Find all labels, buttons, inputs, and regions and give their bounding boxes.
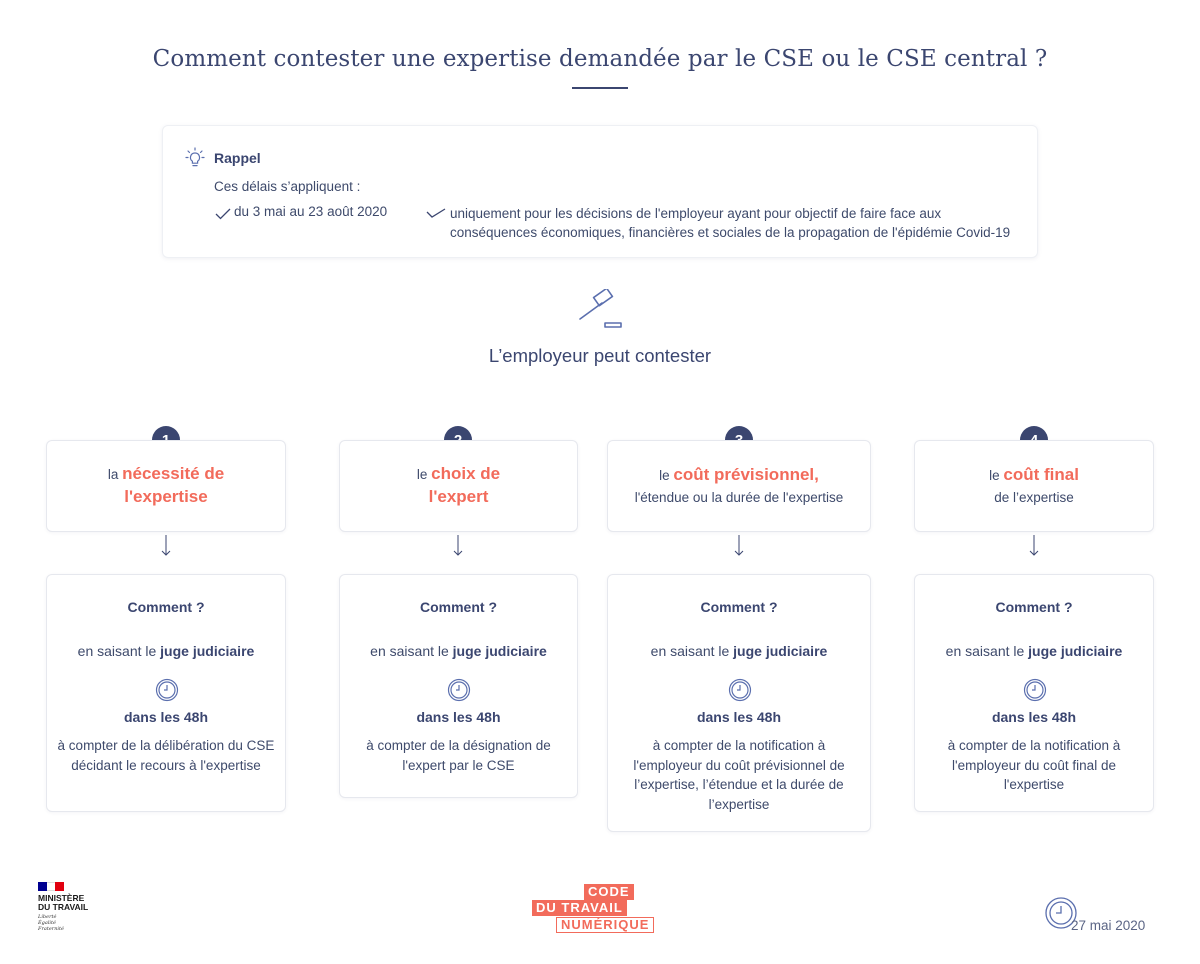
criterion-prefix: le (416, 467, 428, 482)
criterion-prefix: le (989, 467, 1000, 483)
procedure-description: à compter de la désignation de l'expert … (366, 738, 551, 773)
procedure-action: en saisant le juge judiciaire (77, 643, 255, 659)
procedure-action: en saisant le juge judiciaire (370, 643, 547, 659)
procedure-delay: dans les 48h (123, 709, 209, 725)
criterion-highlight: coût final (1003, 464, 1079, 484)
gavel-icon (579, 289, 622, 328)
procedure-box: Comment ? en saisant le juge judiciaire … (607, 574, 871, 832)
criterion-prefix: la (107, 467, 119, 482)
procedure-box: Comment ? en saisant le juge judiciaire … (46, 574, 286, 812)
procedure-action: en saisant le juge judiciaire (650, 643, 828, 659)
section-subtitle: L’employeur peut contester (488, 345, 712, 366)
page-title: Comment contester une expertise demandée… (152, 46, 1048, 72)
french-flag-icon (38, 882, 65, 891)
reminder-panel: Rappel Ces délais s’appliquent : du 3 ma… (162, 125, 1038, 258)
clock-icon (1023, 678, 1047, 702)
procedure-heading: Comment ? (127, 599, 205, 615)
down-arrow-icon (1029, 535, 1039, 556)
procedure-box: Comment ? en saisant le juge judiciaire … (339, 574, 578, 798)
clock-icon (728, 678, 752, 702)
criterion-highlight: l'expert (428, 487, 489, 506)
criterion-box: le choix de l'expert (339, 440, 578, 532)
procedure-description: à compter de la notification à l'employe… (947, 738, 1121, 792)
check-icon (426, 208, 446, 218)
criterion-highlight: l'expertise (124, 487, 208, 506)
ministry-name: DU TRAVAIL (38, 902, 89, 912)
procedure-delay: dans les 48h (696, 709, 782, 725)
procedure-description: à compter de la délibération du CSE déci… (57, 738, 275, 773)
criterion-rest: de l’expertise (994, 489, 1074, 505)
clock-icon (155, 678, 179, 702)
reminder-subtitle: Ces délais s’appliquent : (214, 179, 361, 194)
procedure-delay: dans les 48h (416, 709, 501, 725)
criterion-highlight: nécessité de (122, 464, 225, 483)
criterion-prefix: le (659, 467, 670, 483)
down-arrow-icon (161, 535, 171, 556)
criterion-highlight: choix de (431, 464, 501, 483)
ministry-logo: MINISTÈRE DU TRAVAIL Liberté Égalité Fra… (38, 882, 88, 932)
procedure-delay: dans les 48h (991, 709, 1077, 725)
procedure-description: à compter de la notification à l'employe… (633, 738, 845, 812)
lightbulb-icon (185, 147, 205, 167)
reminder-scope: uniquement pour les décisions de l'emplo… (450, 206, 1011, 240)
criterion-box: le coût final de l’expertise (914, 440, 1154, 532)
down-arrow-icon (734, 535, 744, 556)
procedure-heading: Comment ? (700, 599, 778, 615)
title-underline (572, 87, 628, 89)
criterion-rest: l'étendue ou la durée de l'expertise (634, 489, 844, 505)
check-icon (215, 208, 231, 220)
reminder-date-range: du 3 mai au 23 août 2020 (234, 204, 388, 219)
criterion-highlight: coût prévisionnel, (673, 464, 819, 484)
procedure-heading: Comment ? (420, 599, 497, 615)
procedure-box: Comment ? en saisant le juge judiciaire … (914, 574, 1154, 812)
code-du-travail-numerique-logo: CODE DU TRAVAIL NUMÉRIQUE (532, 884, 662, 936)
criterion-box: le coût prévisionnel, l'étendue ou la du… (607, 440, 871, 532)
criterion-box: la nécessité de l'expertise (46, 440, 286, 532)
publication-date: 27 mai 2020 (1071, 918, 1146, 933)
clock-icon (447, 678, 471, 702)
republic-motto: Liberté Égalité Fraternité (38, 914, 64, 932)
reminder-title: Rappel (214, 150, 261, 166)
procedure-heading: Comment ? (995, 599, 1073, 615)
procedure-action: en saisant le juge judiciaire (945, 643, 1123, 659)
down-arrow-icon (453, 535, 463, 556)
